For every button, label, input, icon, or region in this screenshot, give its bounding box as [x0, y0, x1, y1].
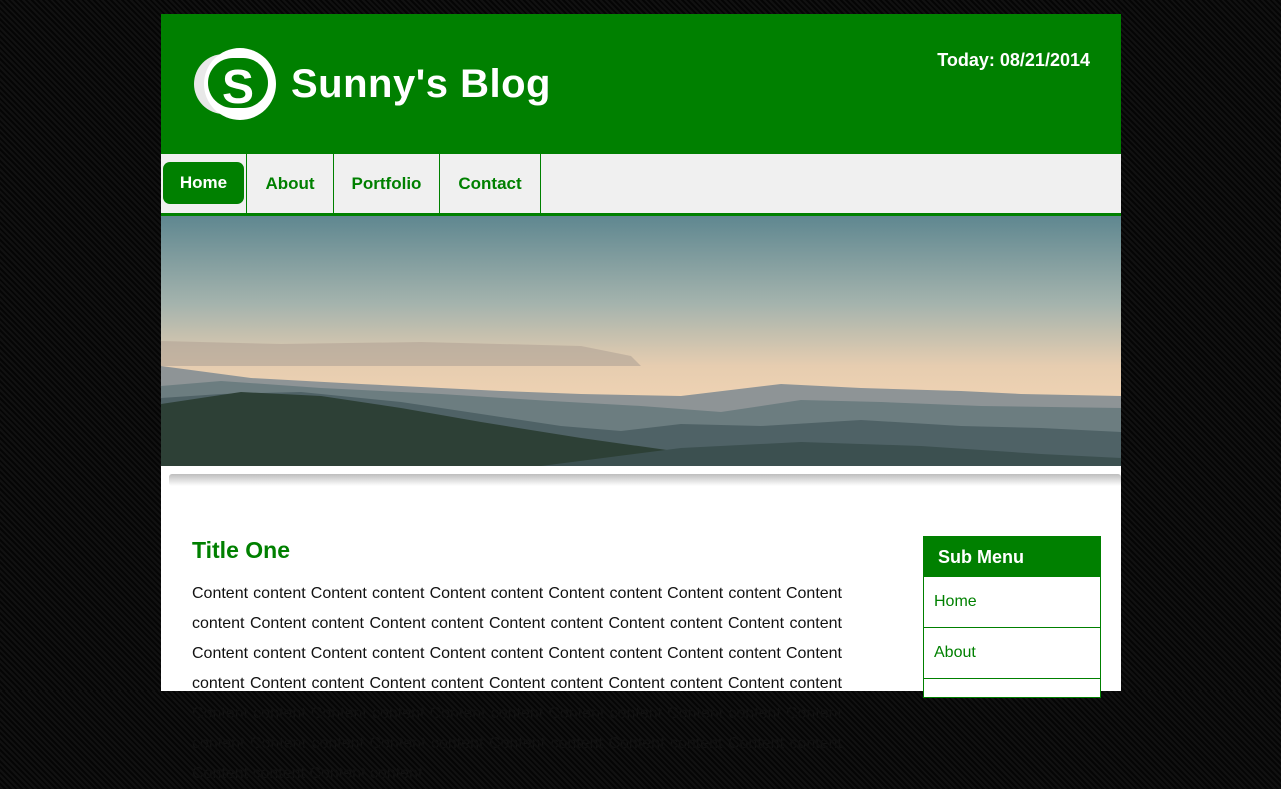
site-header: S Sunny's Blog Today: 08/21/2014 [161, 14, 1121, 154]
post-title: Title One [192, 537, 290, 563]
sub-menu-title: Sub Menu [924, 537, 1100, 577]
sub-menu-item-home[interactable]: Home [924, 577, 1100, 628]
nav-home[interactable]: Home [163, 162, 244, 204]
logo[interactable]: S [194, 48, 286, 120]
logo-icon: S [194, 48, 276, 120]
nav-contact[interactable]: Contact [440, 154, 541, 213]
hero-banner [161, 216, 1121, 466]
sub-menu: Sub Menu Home About [923, 536, 1101, 698]
nav-portfolio[interactable]: Portfolio [334, 154, 440, 213]
site-title: Sunny's Blog [291, 62, 551, 106]
post-content: Content content Content content Content … [192, 585, 842, 782]
banner-shadow [169, 474, 1121, 486]
page-container: S Sunny's Blog Today: 08/21/2014 Home Ab… [161, 14, 1121, 782]
logo-letter: S [222, 61, 254, 114]
sub-menu-item-about[interactable]: About [924, 628, 1100, 679]
landscape-image [161, 216, 1121, 466]
main-nav: Home About Portfolio Contact [161, 154, 1121, 216]
today-date: Today: 08/21/2014 [937, 50, 1090, 70]
nav-about[interactable]: About [247, 154, 334, 213]
